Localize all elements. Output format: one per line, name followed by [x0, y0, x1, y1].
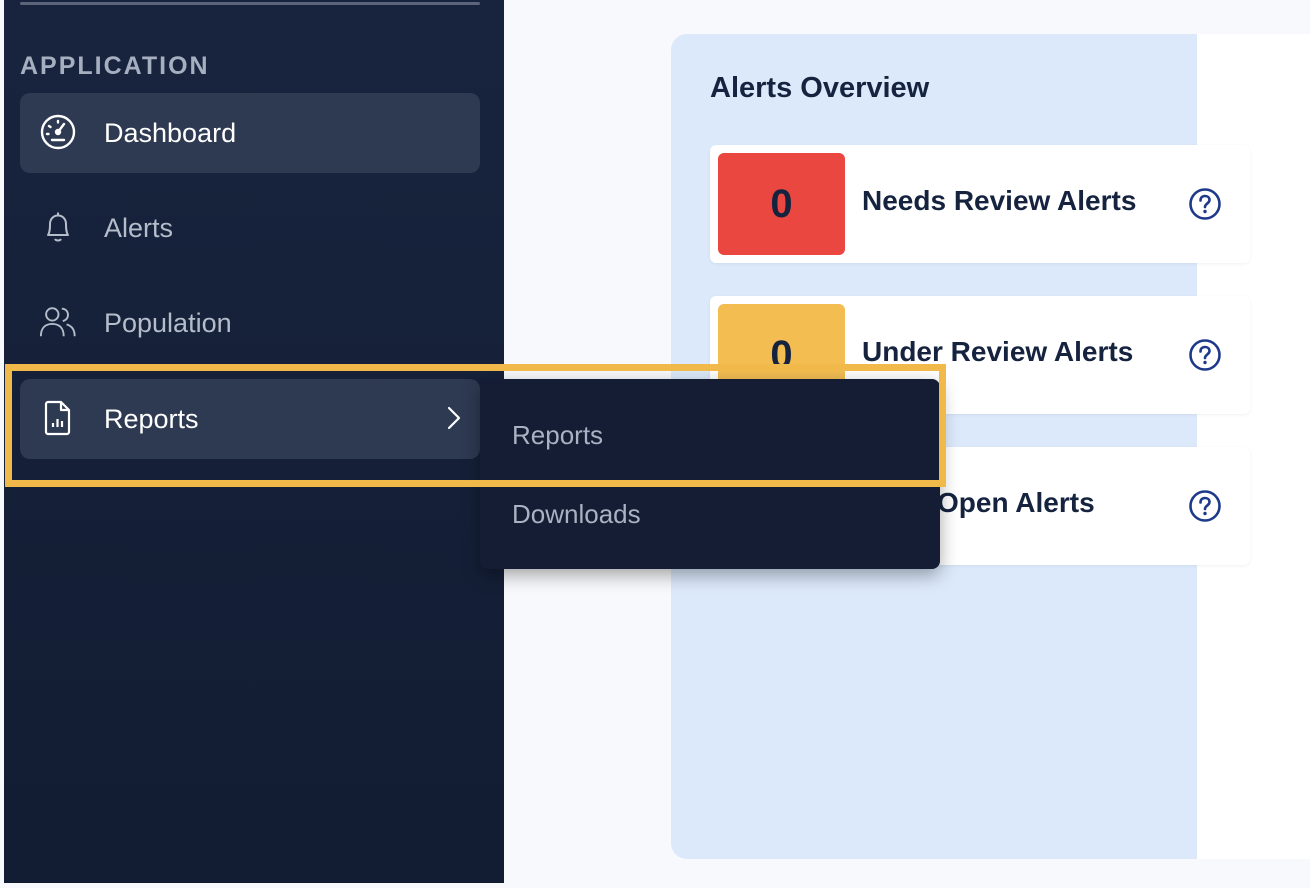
sidebar-item-alerts[interactable]: Alerts — [20, 188, 480, 268]
sidebar-item-label: Population — [104, 307, 232, 338]
bell-icon — [38, 207, 78, 247]
dashboard-gauge-icon — [38, 112, 78, 152]
chevron-right-icon — [446, 405, 462, 438]
sidebar-item-label: Alerts — [104, 212, 174, 243]
users-icon — [38, 302, 78, 342]
submenu-item-downloads[interactable]: Downloads — [512, 499, 641, 530]
help-icon[interactable] — [1188, 187, 1222, 221]
submenu-item-reports[interactable]: Reports — [512, 420, 603, 451]
sidebar: APPLICATION Dashboard Alerts Population … — [4, 0, 504, 883]
page-title: Alerts Overview — [710, 72, 930, 104]
sidebar-item-label: Dashboard — [104, 117, 237, 148]
help-icon[interactable] — [1188, 489, 1222, 523]
sidebar-item-population[interactable]: Population — [20, 283, 480, 363]
alert-card-label: Needs Review Alerts — [862, 185, 1137, 216]
sidebar-divider — [20, 2, 480, 5]
help-icon[interactable] — [1188, 338, 1222, 372]
sidebar-item-dashboard[interactable]: Dashboard — [20, 93, 480, 173]
reports-submenu: Reports Downloads — [480, 379, 940, 569]
sidebar-item-reports[interactable]: Reports — [20, 379, 480, 459]
report-file-icon — [38, 398, 78, 438]
sidebar-item-label: Reports — [104, 403, 199, 434]
alert-count-badge: 0 — [718, 153, 845, 255]
alert-card-needs-review[interactable]: 0 Needs Review Alerts — [710, 145, 1250, 263]
section-label: APPLICATION — [20, 52, 210, 80]
alert-card-label: Under Review Alerts — [862, 336, 1134, 367]
alert-card-label: Open Alerts — [937, 487, 1095, 518]
